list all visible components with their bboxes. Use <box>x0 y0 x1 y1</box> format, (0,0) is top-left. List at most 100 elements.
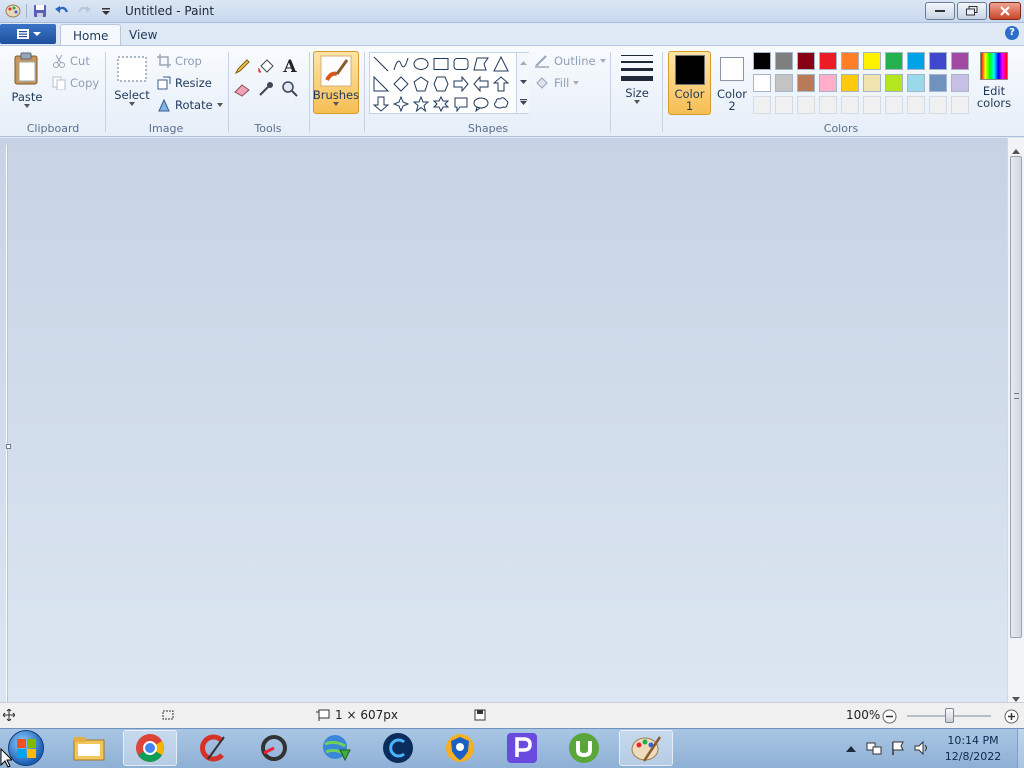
five-point-star-shape-icon[interactable] <box>412 95 430 113</box>
four-point-star-shape-icon[interactable] <box>392 95 410 113</box>
palette-swatch[interactable] <box>797 52 815 70</box>
outline-button[interactable]: Outline <box>534 54 606 68</box>
crop-button[interactable]: Crop <box>157 54 202 68</box>
file-menu-button[interactable] <box>0 24 56 44</box>
palette-swatch[interactable] <box>841 52 859 70</box>
tab-home[interactable]: Home <box>60 24 122 46</box>
palette-swatch[interactable] <box>797 74 815 92</box>
redo-icon[interactable] <box>75 3 93 19</box>
line-shape-icon[interactable] <box>372 55 390 73</box>
show-hidden-icons[interactable] <box>846 742 856 756</box>
diamond-shape-icon[interactable] <box>392 75 410 93</box>
zoom-slider-thumb[interactable] <box>945 708 954 723</box>
oval-shape-icon[interactable] <box>412 55 430 73</box>
taskbar-download-manager[interactable] <box>309 730 363 766</box>
color1-button[interactable]: Color 1 <box>668 51 711 115</box>
scroll-up-icon[interactable] <box>1012 143 1020 157</box>
fill-button[interactable]: Fill <box>534 76 580 90</box>
palette-swatch[interactable] <box>907 74 925 92</box>
taskbar-chrome[interactable] <box>123 730 177 766</box>
taskbar-file-explorer[interactable] <box>62 730 116 766</box>
palette-swatch[interactable] <box>863 74 881 92</box>
size-button[interactable]: Size <box>618 52 656 114</box>
system-clock[interactable]: 10:14 PM 12/8/2022 <box>934 733 1012 765</box>
undo-icon[interactable] <box>53 3 71 19</box>
curve-shape-icon[interactable] <box>392 55 410 73</box>
pencil-icon[interactable] <box>233 58 251 76</box>
taskbar-utorrent[interactable] <box>557 730 611 766</box>
palette-swatch[interactable] <box>841 74 859 92</box>
canvas-area[interactable] <box>0 138 1008 702</box>
select-button[interactable]: Select <box>114 56 150 116</box>
right-arrow-shape-icon[interactable] <box>452 75 470 93</box>
network-icon[interactable] <box>866 740 882 759</box>
palette-swatch[interactable] <box>797 96 815 114</box>
palette-swatch[interactable] <box>775 52 793 70</box>
paint-app-icon[interactable] <box>4 3 22 19</box>
triangle-shape-icon[interactable] <box>492 55 510 73</box>
rotate-button[interactable]: Rotate <box>157 98 223 112</box>
brushes-button[interactable]: Brushes <box>313 51 359 114</box>
taskbar-paint[interactable] <box>619 730 673 766</box>
fill-bucket-icon[interactable] <box>257 58 275 76</box>
palette-swatch[interactable] <box>907 52 925 70</box>
palette-swatch[interactable] <box>907 96 925 114</box>
tab-view[interactable]: View <box>117 24 169 46</box>
show-desktop-button[interactable] <box>1017 729 1024 768</box>
palette-swatch[interactable] <box>753 74 771 92</box>
taskbar-p-app[interactable] <box>495 730 549 766</box>
taskbar-ccleaner[interactable] <box>186 730 240 766</box>
edit-colors-button[interactable]: Edit colors <box>975 52 1013 116</box>
palette-swatch[interactable] <box>929 74 947 92</box>
zoom-in-button[interactable] <box>1004 709 1019 727</box>
magnifier-icon[interactable] <box>281 80 299 98</box>
minimize-button[interactable] <box>925 2 955 20</box>
up-arrow-shape-icon[interactable] <box>492 75 510 93</box>
palette-swatch[interactable] <box>775 96 793 114</box>
palette-swatch[interactable] <box>885 74 903 92</box>
save-icon[interactable] <box>31 3 49 19</box>
color-picker-icon[interactable] <box>257 80 275 98</box>
right-triangle-shape-icon[interactable] <box>372 75 390 93</box>
canvas-resize-handle[interactable] <box>6 444 11 449</box>
polygon-shape-icon[interactable] <box>472 55 490 73</box>
shapes-gallery-scroll[interactable] <box>516 53 529 113</box>
oval-callout-shape-icon[interactable] <box>472 95 490 113</box>
zoom-out-button[interactable] <box>882 709 897 727</box>
taskbar-vpn-app[interactable] <box>433 730 487 766</box>
palette-swatch[interactable] <box>819 96 837 114</box>
text-icon[interactable]: A <box>281 57 299 77</box>
palette-swatch[interactable] <box>841 96 859 114</box>
palette-swatch[interactable] <box>929 96 947 114</box>
palette-swatch[interactable] <box>863 52 881 70</box>
rounded-rectangle-shape-icon[interactable] <box>452 55 470 73</box>
palette-swatch[interactable] <box>863 96 881 114</box>
scroll-thumb[interactable] <box>1010 156 1022 638</box>
volume-icon[interactable] <box>914 740 930 759</box>
palette-swatch[interactable] <box>885 96 903 114</box>
taskbar-c-app[interactable] <box>371 730 425 766</box>
taskbar-recovery-app[interactable] <box>247 730 301 766</box>
restore-button[interactable] <box>957 2 987 20</box>
six-point-star-shape-icon[interactable] <box>432 95 450 113</box>
paste-button[interactable]: Paste <box>8 52 46 114</box>
pentagon-shape-icon[interactable] <box>412 75 430 93</box>
resize-button[interactable]: Resize <box>157 76 212 90</box>
color2-button[interactable]: Color 2 <box>713 51 751 115</box>
palette-swatch[interactable] <box>951 52 969 70</box>
down-arrow-shape-icon[interactable] <box>372 95 390 113</box>
cut-button[interactable]: Cut <box>52 54 90 68</box>
action-center-flag-icon[interactable] <box>890 740 906 759</box>
copy-button[interactable]: Copy <box>52 76 99 90</box>
palette-swatch[interactable] <box>819 74 837 92</box>
palette-swatch[interactable] <box>929 52 947 70</box>
palette-swatch[interactable] <box>951 96 969 114</box>
palette-swatch[interactable] <box>753 52 771 70</box>
cloud-callout-shape-icon[interactable] <box>492 95 510 113</box>
rectangle-shape-icon[interactable] <box>432 55 450 73</box>
palette-swatch[interactable] <box>819 52 837 70</box>
palette-swatch[interactable] <box>951 74 969 92</box>
rounded-callout-shape-icon[interactable] <box>452 95 470 113</box>
help-icon[interactable]: ? <box>1005 26 1019 40</box>
palette-swatch[interactable] <box>775 74 793 92</box>
